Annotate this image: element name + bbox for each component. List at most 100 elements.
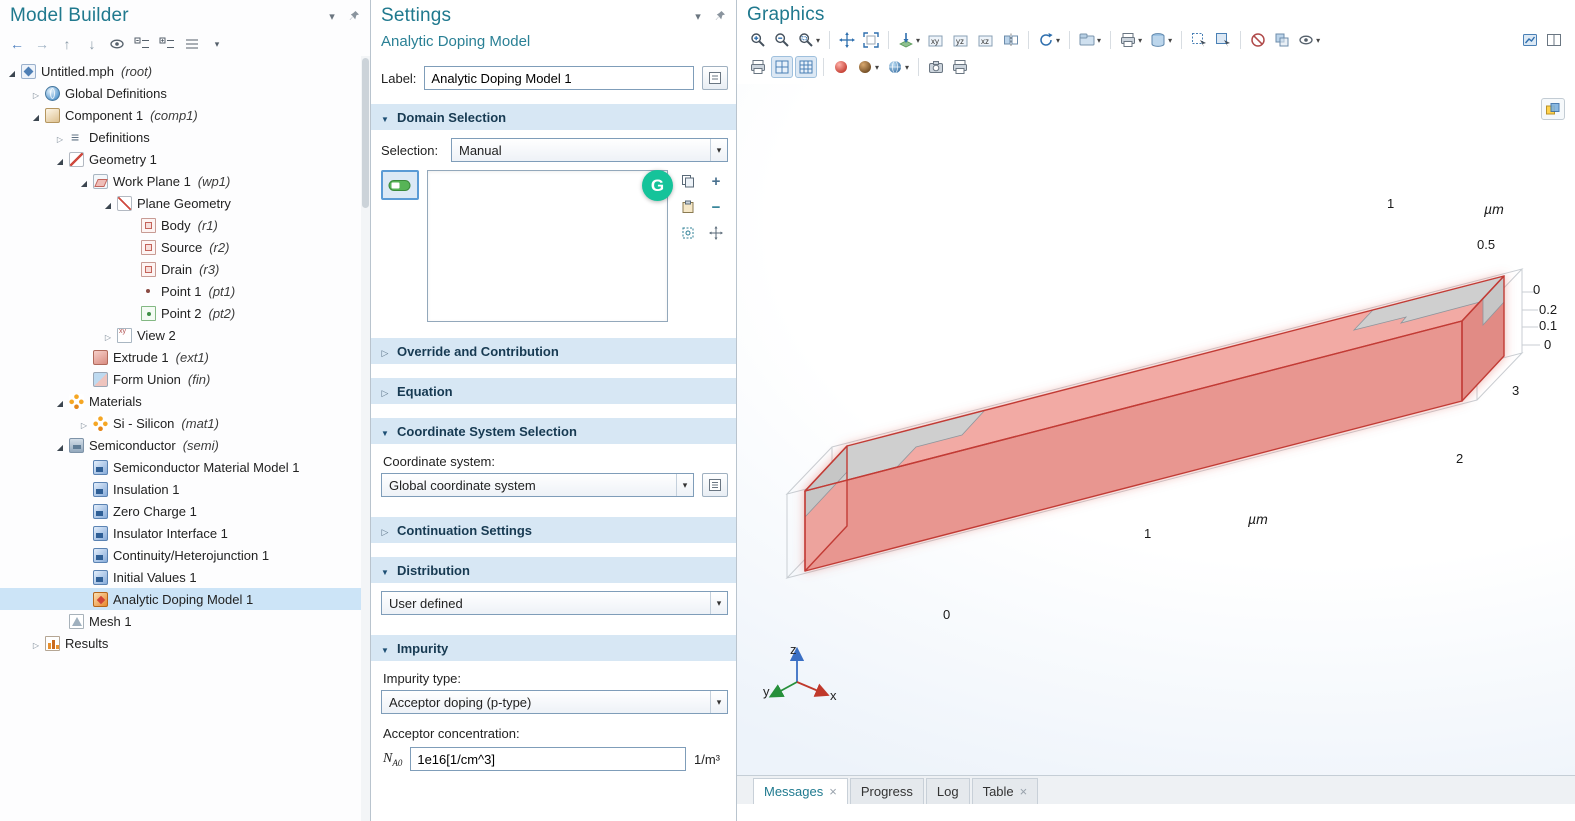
go-to-xy-view-button[interactable]: xy: [925, 29, 948, 51]
section-override-contribution[interactable]: Override and Contribution: [371, 338, 736, 364]
show-button[interactable]: [108, 34, 126, 54]
domain-selection-list[interactable]: [427, 170, 668, 322]
expand-arrow-icon[interactable]: [54, 438, 66, 453]
forward-button[interactable]: [33, 34, 51, 54]
scrollbar-thumb[interactable]: [362, 58, 369, 208]
go-to-default-view-button[interactable]: [836, 29, 858, 51]
tree-item-zero-charge1[interactable]: Zero Charge 1: [0, 500, 370, 522]
go-to-source-button[interactable]: [702, 473, 728, 497]
view-direction-button[interactable]: [895, 29, 923, 51]
tree-item-results[interactable]: Results: [0, 632, 370, 654]
tree-item-plane-geometry[interactable]: Plane Geometry: [0, 192, 370, 214]
tree-scrollbar[interactable]: [361, 56, 370, 821]
section-impurity[interactable]: Impurity: [371, 635, 736, 661]
panel-menu-button[interactable]: [690, 8, 706, 24]
tab-table[interactable]: Table: [971, 778, 1039, 804]
model-tree-settings-button[interactable]: [183, 34, 201, 54]
transparency-button[interactable]: [1271, 29, 1293, 51]
snapshot-button[interactable]: [925, 56, 947, 78]
section-distribution[interactable]: Distribution: [371, 557, 736, 583]
dock-plot-window-button[interactable]: [1519, 29, 1541, 51]
tab-messages[interactable]: Messages: [753, 778, 848, 804]
grammarly-badge[interactable]: G: [642, 170, 673, 201]
tree-item-semiconductor-material-model1[interactable]: Semiconductor Material Model 1: [0, 456, 370, 478]
print-button[interactable]: [949, 56, 971, 78]
zoom-out-button[interactable]: [771, 29, 793, 51]
active-selection-toggle[interactable]: [381, 170, 419, 200]
tree-item-extrude1[interactable]: Extrude 1 (ext1): [0, 346, 370, 368]
expand-arrow-icon[interactable]: [30, 636, 42, 651]
print-plot-button[interactable]: [747, 56, 769, 78]
tree-item-initial-values1[interactable]: Initial Values 1: [0, 566, 370, 588]
table-window-button[interactable]: [795, 56, 817, 78]
back-button[interactable]: [8, 34, 26, 54]
color-theme-button[interactable]: [1147, 29, 1175, 51]
select-box-button[interactable]: [1188, 29, 1210, 51]
tree-item-mesh1[interactable]: Mesh 1: [0, 610, 370, 632]
close-icon[interactable]: [1020, 784, 1028, 799]
toolbar-more-button[interactable]: [208, 34, 226, 54]
tab-log[interactable]: Log: [925, 778, 970, 804]
tree-item-source[interactable]: Source (r2): [0, 236, 370, 258]
tree-item-view2[interactable]: View 2: [0, 324, 370, 346]
label-input[interactable]: [424, 66, 694, 90]
selection-combo[interactable]: Manual: [451, 138, 728, 162]
deselect-box-button[interactable]: [1212, 29, 1234, 51]
add-to-selection-button[interactable]: [704, 170, 728, 192]
collapse-all-button[interactable]: [133, 34, 151, 54]
tree-item-component1[interactable]: Component 1(comp1): [0, 104, 370, 126]
move-selection-button[interactable]: [704, 222, 728, 244]
expand-arrow-icon[interactable]: [30, 108, 42, 123]
tree-item-insulation1[interactable]: Insulation 1: [0, 478, 370, 500]
graphics-overlay-button[interactable]: [1541, 98, 1565, 120]
acceptor-concentration-input[interactable]: [410, 747, 686, 771]
tree-item-analytic-doping-model1[interactable]: Analytic Doping Model 1: [0, 588, 370, 610]
expand-arrow-icon[interactable]: [6, 64, 18, 79]
remove-from-selection-button[interactable]: [704, 196, 728, 218]
paste-selection-button[interactable]: [676, 196, 700, 218]
expand-arrow-icon[interactable]: [54, 152, 66, 167]
panel-menu-button[interactable]: [324, 8, 340, 24]
tree-item-definitions[interactable]: Definitions: [0, 126, 370, 148]
tree-item-semiconductor[interactable]: Semiconductor(semi): [0, 434, 370, 456]
tree-item-body[interactable]: Body (r1): [0, 214, 370, 236]
material-appearance-button[interactable]: [854, 56, 882, 78]
tree-item-point2[interactable]: Point 2 (pt2): [0, 302, 370, 324]
window-layout-button[interactable]: [1543, 29, 1565, 51]
tab-progress[interactable]: Progress: [849, 778, 924, 804]
tree-item-insulator-interface1[interactable]: Insulator Interface 1: [0, 522, 370, 544]
zoom-box-button[interactable]: [795, 29, 823, 51]
coordinate-system-combo[interactable]: Global coordinate system: [381, 473, 694, 497]
expand-arrow-icon[interactable]: [54, 394, 66, 409]
zoom-extents-button[interactable]: [860, 29, 882, 51]
visibility-button[interactable]: [1295, 29, 1323, 51]
pin-icon[interactable]: [712, 8, 728, 24]
hide-objects-button[interactable]: [1247, 29, 1269, 51]
expand-arrow-icon[interactable]: [78, 416, 90, 431]
move-up-button[interactable]: [58, 34, 76, 54]
flip-view-button[interactable]: [1000, 29, 1022, 51]
tree-item-point1[interactable]: Point 1 (pt1): [0, 280, 370, 302]
tree-item-form-union[interactable]: Form Union (fin): [0, 368, 370, 390]
expand-all-button[interactable]: [158, 34, 176, 54]
section-coordinate-system[interactable]: Coordinate System Selection: [371, 418, 736, 444]
image-snapshot-setup-button[interactable]: [1117, 29, 1145, 51]
tree-item-si-silicon[interactable]: Si - Silicon(mat1): [0, 412, 370, 434]
expand-arrow-icon[interactable]: [54, 130, 66, 145]
section-equation[interactable]: Equation: [371, 378, 736, 404]
tree-item-geometry1[interactable]: Geometry 1: [0, 148, 370, 170]
plot-in-window-button[interactable]: [771, 56, 793, 78]
rename-button[interactable]: [702, 66, 728, 90]
tree-item-materials[interactable]: Materials: [0, 390, 370, 412]
tree-item-global-definitions[interactable]: Global Definitions: [0, 82, 370, 104]
section-continuation-settings[interactable]: Continuation Settings: [371, 517, 736, 543]
camera-rotate-button[interactable]: [1035, 29, 1063, 51]
go-to-xz-view-button[interactable]: xz: [975, 29, 998, 51]
graphics-canvas[interactable]: 1 µm 0.5 0 0.2 0.1 0 3 2 1 µm 0 z y x: [737, 84, 1575, 775]
expand-arrow-icon[interactable]: [30, 86, 42, 101]
copy-selection-button[interactable]: [676, 170, 700, 192]
zoom-in-button[interactable]: [747, 29, 769, 51]
impurity-type-combo[interactable]: Acceptor doping (p-type): [381, 690, 728, 714]
tree-item-work-plane1[interactable]: Work Plane 1(wp1): [0, 170, 370, 192]
move-down-button[interactable]: [83, 34, 101, 54]
